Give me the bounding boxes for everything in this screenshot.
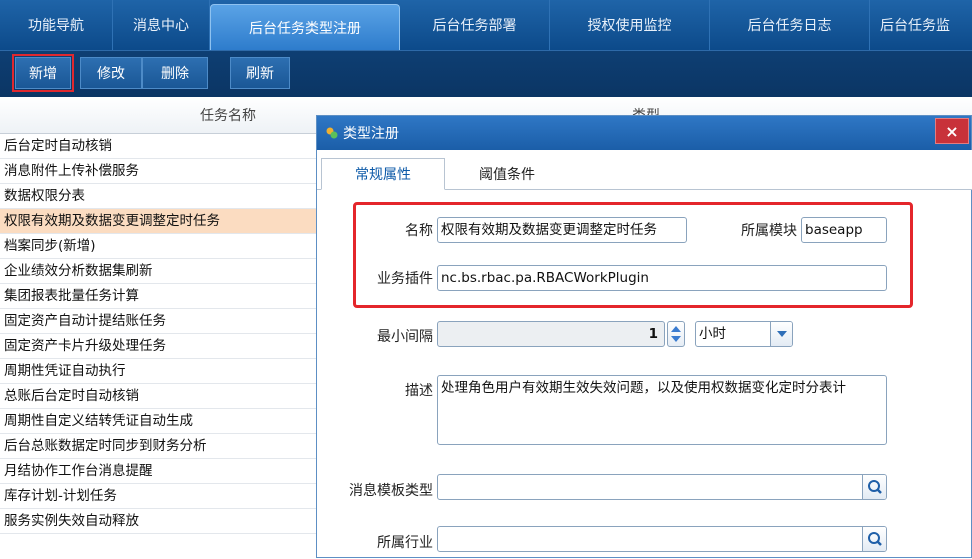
add-button[interactable]: 新增 [12, 54, 74, 92]
table-row[interactable]: 总账后台定时自动核销 [0, 384, 318, 409]
type-register-dialog: 类型注册 × 常规属性 阈值条件 名称 权限有效期及数据变更调整定时任务 所属模… [316, 115, 972, 558]
dialog-tabs: 常规属性 阈值条件 [317, 150, 972, 190]
tab-function-nav[interactable]: 功能导航 [0, 0, 113, 50]
tab-message-center[interactable]: 消息中心 [113, 0, 210, 50]
close-icon[interactable]: × [935, 118, 969, 144]
table-row[interactable]: 企业绩效分析数据集刷新 [0, 259, 318, 284]
name-field[interactable]: 权限有效期及数据变更调整定时任务 [437, 217, 687, 243]
table-row[interactable]: 集团报表批量任务计算 [0, 284, 318, 309]
description-label: 描述 [405, 383, 433, 399]
msg-template-field[interactable] [437, 474, 887, 500]
column-header-task-name[interactable]: 任务名称 [200, 105, 256, 125]
stepper-down-icon[interactable] [671, 336, 681, 342]
dialog-title-bar[interactable]: 类型注册 × [317, 116, 971, 150]
interval-field[interactable]: 1 [437, 321, 665, 347]
table-row[interactable]: 后台定时自动核销 [0, 134, 318, 159]
name-label: 名称 [405, 223, 433, 239]
table-row[interactable]: 后台总账数据定时同步到财务分析 [0, 434, 318, 459]
edit-button[interactable]: 修改 [80, 57, 142, 89]
msg-template-label: 消息模板类型 [349, 483, 433, 499]
table-row[interactable]: 周期性凭证自动执行 [0, 359, 318, 384]
interval-unit-value: 小时 [699, 326, 726, 342]
toolbar: 新增 修改 删除 刷新 [0, 50, 972, 97]
table-row[interactable]: 库存计划-计划任务 [0, 484, 318, 509]
table-row[interactable]: 固定资产卡片升级处理任务 [0, 334, 318, 359]
table-row[interactable]: 数据权限分表 [0, 184, 318, 209]
tab-task-deploy[interactable]: 后台任务部署 [400, 0, 550, 50]
table-row[interactable]: 月结协作工作台消息提醒 [0, 459, 318, 484]
plugin-field[interactable]: nc.bs.rbac.pa.RBACWorkPlugin [437, 265, 887, 291]
module-field[interactable]: baseapp [801, 217, 887, 243]
stepper-up-icon[interactable] [671, 326, 681, 332]
interval-stepper[interactable] [667, 321, 685, 347]
table-row[interactable]: 固定资产自动计提结账任务 [0, 309, 318, 334]
industry-label: 所属行业 [377, 535, 433, 551]
module-label: 所属模块 [741, 223, 797, 239]
table-row[interactable]: 周期性自定义结转凭证自动生成 [0, 409, 318, 434]
interval-label: 最小间隔 [377, 329, 433, 345]
module-tab-bar: 功能导航 消息中心 后台任务类型注册 后台任务部署 授权使用监控 后台任务日志 … [0, 0, 972, 50]
table-row[interactable]: 消息附件上传补偿服务 [0, 159, 318, 184]
table-row[interactable]: 档案同步(新增) [0, 234, 318, 259]
general-properties-form: 名称 权限有效期及数据变更调整定时任务 所属模块 baseapp 业务插件 nc… [317, 190, 972, 559]
tab-license-monitor[interactable]: 授权使用监控 [550, 0, 710, 50]
description-field[interactable]: 处理角色用户有效期生效失效问题，以及使用权数据变化定时分表计 [437, 375, 887, 445]
tab-threshold-conditions[interactable]: 阈值条件 [445, 158, 569, 190]
chevron-down-icon[interactable] [770, 322, 792, 346]
industry-field[interactable] [437, 526, 887, 552]
dialog-title: 类型注册 [343, 126, 399, 142]
table-row[interactable]: 权限有效期及数据变更调整定时任务 [0, 209, 318, 234]
plugin-label: 业务插件 [377, 271, 433, 287]
tab-task-log[interactable]: 后台任务日志 [710, 0, 870, 50]
app-logo-icon [325, 126, 339, 140]
table-body: 后台定时自动核销 消息附件上传补偿服务 数据权限分表 权限有效期及数据变更调整定时任务… [0, 134, 318, 534]
tab-task-type-register[interactable]: 后台任务类型注册 [210, 4, 400, 50]
table-row[interactable]: 服务实例失效自动释放 [0, 509, 318, 534]
refresh-button[interactable]: 刷新 [230, 57, 290, 89]
interval-unit-select[interactable]: 小时 [695, 321, 793, 347]
search-icon[interactable] [862, 527, 886, 551]
tab-task-monitor[interactable]: 后台任务监 [870, 0, 972, 50]
search-icon[interactable] [862, 475, 886, 499]
delete-button[interactable]: 删除 [142, 57, 208, 89]
tab-general-properties[interactable]: 常规属性 [321, 158, 445, 190]
